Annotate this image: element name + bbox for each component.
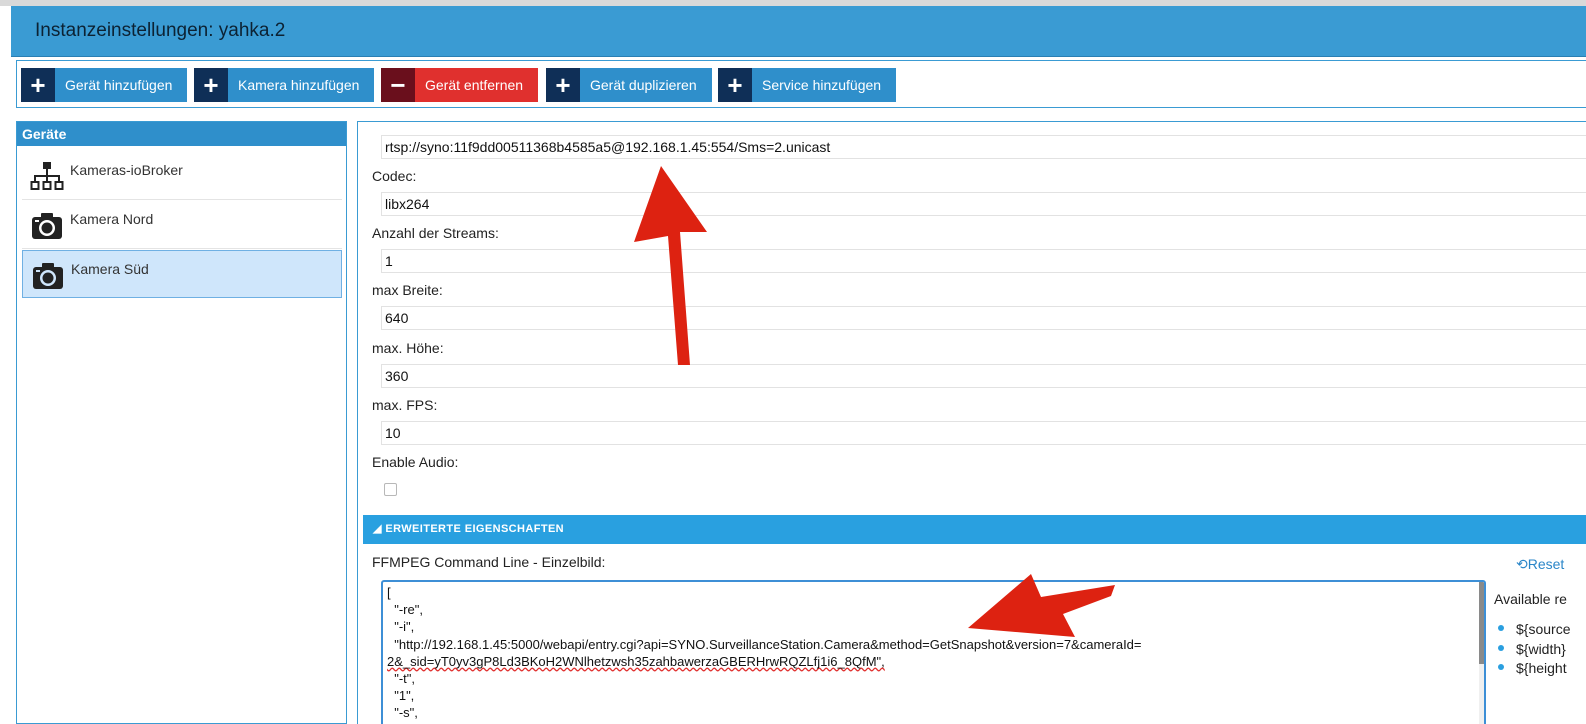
ffmpeg-command-textarea[interactable]: [ "-re", "-i", "http://192.168.1.45:5000… [381, 580, 1486, 724]
streams-input[interactable]: 1 [381, 249, 1586, 273]
network-hierarchy-icon [30, 162, 64, 190]
refresh-icon: ⟲ [1516, 556, 1528, 572]
command-line: "http://192.168.1.45:5000/webapi/entry.c… [387, 636, 1142, 652]
ffmpeg-label: FFMPEG Command Line - Einzelbild: [372, 554, 606, 570]
device-settings-panel: rtsp://syno:11f9dd00511368b4585a5@192.16… [357, 121, 1586, 724]
max-fps-label: max. FPS: [372, 397, 438, 413]
textarea-scrollbar-thumb[interactable] [1479, 582, 1484, 664]
variable-item: ${source [1498, 621, 1570, 641]
minus-icon: − [381, 68, 415, 102]
add-service-button[interactable]: + Service hinzufügen [718, 68, 897, 102]
add-camera-button[interactable]: + Kamera hinzufügen [194, 68, 375, 102]
plus-icon: + [21, 68, 55, 102]
device-item-label: Kameras-ioBroker [70, 162, 183, 178]
command-line: "-i", [387, 619, 415, 635]
variable-item-label: ${height [1516, 660, 1567, 676]
camera-icon [33, 263, 63, 289]
enable-audio-checkbox[interactable] [384, 483, 397, 496]
command-line: "-t", [387, 671, 416, 687]
variable-item: ${height [1498, 660, 1570, 680]
add-device-label: Gerät hinzufügen [55, 68, 188, 102]
device-item-kamera-nord[interactable]: Kamera Nord [22, 201, 342, 249]
variable-item-label: ${source [1516, 621, 1571, 637]
codec-input[interactable]: libx264 [381, 192, 1586, 216]
command-line: [ [387, 585, 391, 600]
command-line: "1", [387, 688, 415, 704]
reset-label: Reset [1527, 556, 1565, 572]
max-height-input[interactable]: 360 [381, 364, 1586, 388]
plus-icon: + [546, 68, 580, 102]
source-input[interactable]: rtsp://syno:11f9dd00511368b4585a5@192.16… [381, 135, 1586, 159]
plus-icon: + [718, 68, 752, 102]
add-service-label: Service hinzufügen [752, 68, 897, 102]
device-item-label: Kamera Süd [71, 261, 149, 277]
duplicate-device-button[interactable]: + Gerät duplizieren [546, 68, 712, 102]
device-toolbar: + Gerät hinzufügen + Kamera hinzufügen −… [16, 60, 1586, 108]
add-camera-label: Kamera hinzufügen [228, 68, 375, 102]
command-line: "-s", [387, 705, 418, 721]
collapse-triangle-icon: ◢ [373, 523, 382, 535]
advanced-section-header[interactable]: ◢ ERWEITERTE EIGENSCHAFTEN [363, 515, 1586, 544]
device-item-kameras-iobroker[interactable]: Kameras-ioBroker [22, 152, 342, 200]
advanced-section-title: ERWEITERTE EIGENSCHAFTEN [385, 523, 565, 535]
max-height-label: max. Höhe: [372, 340, 444, 356]
devices-panel: Geräte Kameras-ioBroker Kamera Nord Kame… [16, 121, 347, 724]
remove-device-label: Gerät entfernen [415, 68, 539, 102]
device-item-kamera-sued[interactable]: Kamera Süd [22, 250, 342, 298]
remove-device-button[interactable]: − Gerät entfernen [381, 68, 539, 102]
max-width-label: max Breite: [372, 282, 443, 298]
variable-item: ${width} [1498, 641, 1570, 661]
variable-item-label: ${width} [1516, 640, 1566, 657]
reset-link[interactable]: ⟲Reset [1516, 556, 1564, 573]
duplicate-device-label: Gerät duplizieren [580, 68, 712, 102]
devices-panel-title: Geräte [17, 122, 346, 146]
available-variables-list: ${source ${width} ${height [1498, 621, 1570, 680]
max-fps-input[interactable]: 10 [381, 421, 1586, 445]
available-variables-title: Available re [1494, 591, 1567, 607]
dialog-title: Instanzeinstellungen: yahka.2 [35, 20, 286, 41]
max-width-input[interactable]: 640 [381, 306, 1586, 330]
streams-label: Anzahl der Streams: [372, 225, 499, 241]
plus-icon: + [194, 68, 228, 102]
device-item-label: Kamera Nord [70, 211, 154, 227]
add-device-button[interactable]: + Gerät hinzufügen [21, 68, 188, 102]
dialog-header: Instanzeinstellungen: yahka.2 [11, 6, 1586, 57]
codec-label: Codec: [372, 168, 417, 184]
command-line: "-re", [387, 602, 423, 618]
enable-audio-label: Enable Audio: [372, 454, 459, 470]
camera-icon [32, 213, 62, 239]
command-line: 2&_sid=yT0yv3gP8Ld3BKoH2WNlhetzwsh35zahb… [387, 653, 885, 669]
